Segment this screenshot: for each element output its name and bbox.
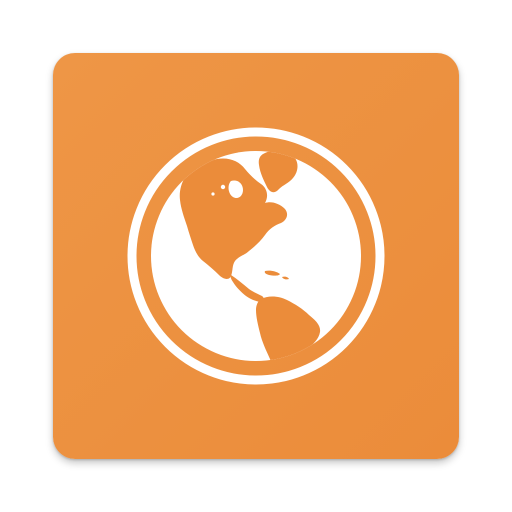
- icon-canvas: [0, 0, 512, 512]
- app-icon-tile[interactable]: [53, 53, 459, 459]
- globe-americas-icon: [53, 53, 459, 459]
